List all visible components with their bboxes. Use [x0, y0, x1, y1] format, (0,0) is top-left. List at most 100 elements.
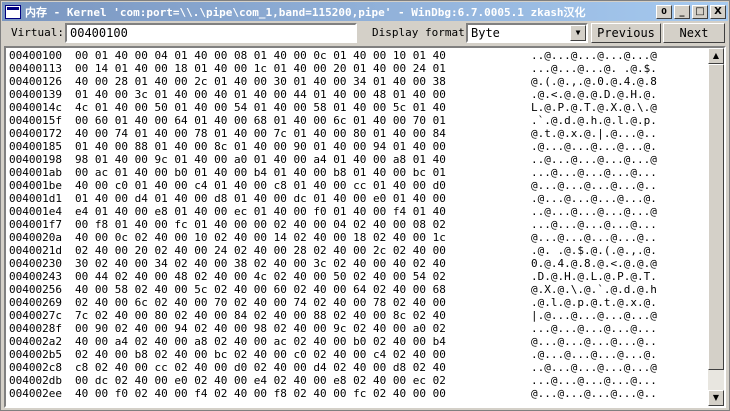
memory-row: 00400100 00 01 40 00 04 01 40 00 08 01 40…: [9, 49, 709, 62]
row-bytes: 7c 02 40 00 80 02 40 00 84 02 40 00 88 0…: [75, 309, 446, 322]
row-address: 00400269: [9, 296, 62, 309]
row-address: 00400230: [9, 257, 62, 270]
row-ascii: ..@...@...@...@...@: [531, 361, 657, 374]
row-bytes: 00 90 02 40 00 94 02 40 00 98 02 40 00 9…: [75, 322, 446, 335]
scroll-up-icon[interactable]: ▲: [708, 48, 724, 64]
row-address: 0040021d: [9, 244, 62, 257]
memory-row: 0040027c 7c 02 40 00 80 02 40 00 84 02 40…: [9, 309, 709, 322]
row-bytes: 40 00 0c 02 40 00 10 02 40 00 14 02 40 0…: [75, 231, 446, 244]
memory-row: 00400243 00 44 02 40 00 48 02 40 00 4c 02…: [9, 270, 709, 283]
row-bytes: 30 02 40 00 34 02 40 00 38 02 40 00 3c 0…: [75, 257, 446, 270]
row-ascii: @...@...@...@...@..: [531, 335, 657, 348]
next-button[interactable]: Next: [663, 23, 725, 43]
row-ascii: ..@...@...@...@...@: [531, 205, 657, 218]
row-bytes: 01 40 00 3c 01 40 00 40 01 40 00 44 01 4…: [75, 88, 446, 101]
row-address: 004002c8: [9, 361, 62, 374]
memory-row: 0040014c 4c 01 40 00 50 01 40 00 54 01 40…: [9, 101, 709, 114]
chevron-down-icon[interactable]: ▼: [570, 25, 586, 41]
memory-toolbar: Virtual: 00400100 Display format: Byte ▼…: [3, 23, 727, 45]
memory-row: 004001d1 01 40 00 d4 01 40 00 d8 01 40 00…: [9, 192, 709, 205]
row-address: 0040014c: [9, 101, 62, 114]
memory-row: 00400198 98 01 40 00 9c 01 40 00 a0 01 40…: [9, 153, 709, 166]
virtual-address-input[interactable]: 00400100: [65, 23, 357, 43]
row-ascii: ..@...@...@...@...@: [531, 49, 657, 62]
title-bar[interactable]: 内存 - Kernel 'com:port=\\.\pipe\com_1,ban…: [2, 2, 728, 21]
row-bytes: 98 01 40 00 9c 01 40 00 a0 01 40 00 a4 0…: [75, 153, 446, 166]
row-bytes: 02 40 00 20 02 40 00 24 02 40 00 28 02 4…: [75, 244, 446, 257]
vertical-scrollbar[interactable]: ▲ ▼: [708, 48, 724, 406]
row-ascii: @...@...@...@...@..: [531, 231, 657, 244]
row-ascii: .@...@...@...@...@.: [531, 192, 657, 205]
row-bytes: 00 01 40 00 04 01 40 00 08 01 40 00 0c 0…: [75, 49, 446, 62]
row-ascii: .`.@.d.@.h.@.l.@.p.: [531, 114, 657, 127]
memory-row: 0040028f 00 90 02 40 00 94 02 40 00 98 02…: [9, 322, 709, 335]
close-button[interactable]: X: [710, 4, 726, 19]
window-title: 内存 - Kernel 'com:port=\\.\pipe\com_1,ban…: [25, 5, 586, 19]
row-ascii: @...@...@...@...@..: [531, 179, 657, 192]
row-bytes: 00 14 01 40 00 18 01 40 00 1c 01 40 00 2…: [75, 62, 446, 75]
display-format-label: Display format:: [372, 26, 472, 39]
memory-row: 004002b5 02 40 00 b8 02 40 00 bc 02 40 00…: [9, 348, 709, 361]
row-ascii: L.@.P.@.T.@.X.@.\.@: [531, 101, 657, 114]
row-ascii: @.X.@.\.@.`.@.d.@.h: [531, 283, 657, 296]
memory-view[interactable]: 00400100 00 01 40 00 04 01 40 00 08 01 40…: [4, 46, 726, 408]
row-bytes: 40 00 28 01 40 00 2c 01 40 00 30 01 40 0…: [75, 75, 446, 88]
row-address: 004002b5: [9, 348, 62, 361]
row-bytes: 01 40 00 d4 01 40 00 d8 01 40 00 dc 01 4…: [75, 192, 446, 205]
row-bytes: 40 00 f0 02 40 00 f4 02 40 00 f8 02 40 0…: [75, 387, 446, 400]
row-ascii: ...@...@...@...@...: [531, 322, 657, 335]
restore-icon[interactable]: 0: [656, 4, 672, 19]
memory-row: 004001be 40 00 c0 01 40 00 c4 01 40 00 c8…: [9, 179, 709, 192]
row-address: 004001f7: [9, 218, 62, 231]
row-bytes: 02 40 00 b8 02 40 00 bc 02 40 00 c0 02 4…: [75, 348, 446, 361]
row-address: 00400100: [9, 49, 62, 62]
memory-row: 00400269 02 40 00 6c 02 40 00 70 02 40 00…: [9, 296, 709, 309]
previous-button[interactable]: Previous: [591, 23, 661, 43]
maximize-button[interactable]: □: [692, 4, 708, 19]
memory-row: 004001e4 e4 01 40 00 e8 01 40 00 ec 01 40…: [9, 205, 709, 218]
row-ascii: ...@...@...@. .@.$.: [531, 62, 657, 75]
row-ascii: @.t.@.x.@.|.@...@..: [531, 127, 657, 140]
row-address: 0040027c: [9, 309, 62, 322]
display-format-select[interactable]: Byte ▼: [466, 23, 588, 43]
row-bytes: 00 44 02 40 00 48 02 40 00 4c 02 40 00 5…: [75, 270, 446, 283]
memory-row: 004002db 00 dc 02 40 00 e0 02 40 00 e4 02…: [9, 374, 709, 387]
row-address: 004001e4: [9, 205, 62, 218]
row-address: 004002ee: [9, 387, 62, 400]
minimize-button[interactable]: _: [674, 4, 690, 19]
row-address: 0040015f: [9, 114, 62, 127]
virtual-label: Virtual:: [11, 26, 64, 39]
row-bytes: 02 40 00 6c 02 40 00 70 02 40 00 74 02 4…: [75, 296, 446, 309]
row-address: 004001d1: [9, 192, 62, 205]
memory-row: 0040021d 02 40 00 20 02 40 00 24 02 40 00…: [9, 244, 709, 257]
row-bytes: 40 00 58 02 40 00 5c 02 40 00 60 02 40 0…: [75, 283, 446, 296]
scroll-down-icon[interactable]: ▼: [708, 390, 724, 406]
row-bytes: 01 40 00 88 01 40 00 8c 01 40 00 90 01 4…: [75, 140, 446, 153]
memory-row: 00400172 40 00 74 01 40 00 78 01 40 00 7c…: [9, 127, 709, 140]
row-bytes: 4c 01 40 00 50 01 40 00 54 01 40 00 58 0…: [75, 101, 446, 114]
memory-row: 0040020a 40 00 0c 02 40 00 10 02 40 00 14…: [9, 231, 709, 244]
row-ascii: ...@...@...@...@...: [531, 166, 657, 179]
memory-row: 004002a2 40 00 a4 02 40 00 a8 02 40 00 ac…: [9, 335, 709, 348]
row-ascii: @.(.@.,.@.0.@.4.@.8: [531, 75, 657, 88]
memory-row: 00400139 01 40 00 3c 01 40 00 40 01 40 00…: [9, 88, 709, 101]
row-ascii: .@...@...@...@...@.: [531, 140, 657, 153]
row-address: 00400172: [9, 127, 62, 140]
row-address: 004001ab: [9, 166, 62, 179]
row-bytes: 00 f8 01 40 00 fc 01 40 00 00 02 40 00 0…: [75, 218, 446, 231]
row-ascii: .@...@...@...@...@.: [531, 348, 657, 361]
row-bytes: 40 00 a4 02 40 00 a8 02 40 00 ac 02 40 0…: [75, 335, 446, 348]
scrollbar-thumb[interactable]: [708, 64, 724, 370]
memory-row: 00400185 01 40 00 88 01 40 00 8c 01 40 00…: [9, 140, 709, 153]
row-address: 0040020a: [9, 231, 62, 244]
memory-window-icon: [5, 4, 21, 19]
row-address: 004002db: [9, 374, 62, 387]
row-bytes: e4 01 40 00 e8 01 40 00 ec 01 40 00 f0 0…: [75, 205, 446, 218]
row-ascii: .@.l.@.p.@.t.@.x.@.: [531, 296, 657, 309]
row-ascii: .D.@.H.@.L.@.P.@.T.: [531, 270, 657, 283]
memory-row: 00400256 40 00 58 02 40 00 5c 02 40 00 60…: [9, 283, 709, 296]
row-address: 0040028f: [9, 322, 62, 335]
row-bytes: 00 ac 01 40 00 b0 01 40 00 b4 01 40 00 b…: [75, 166, 446, 179]
row-address: 00400126: [9, 75, 62, 88]
row-address: 00400256: [9, 283, 62, 296]
